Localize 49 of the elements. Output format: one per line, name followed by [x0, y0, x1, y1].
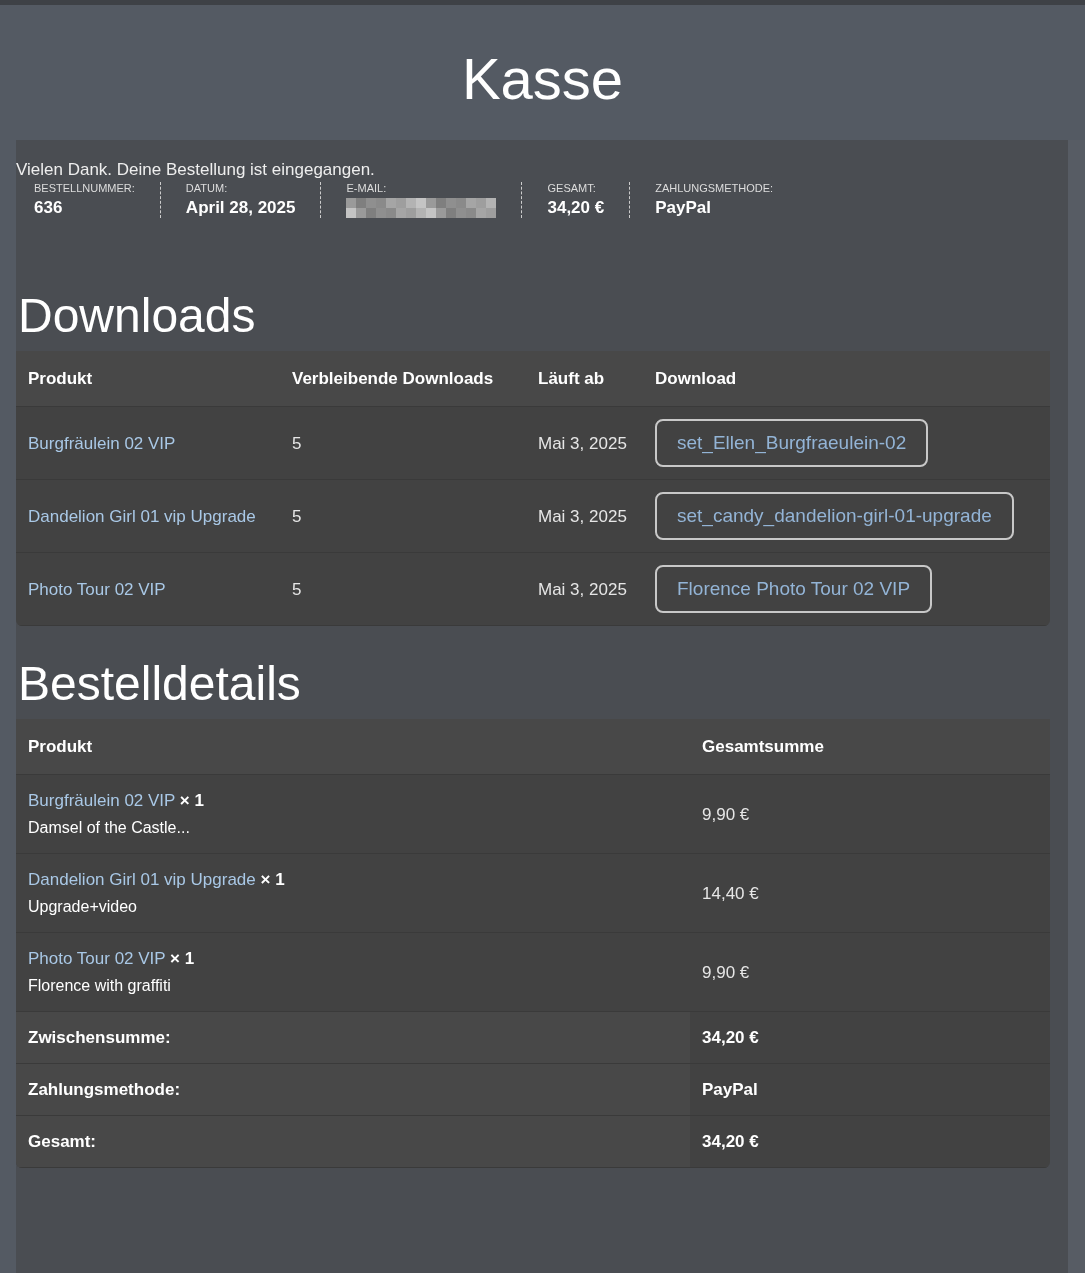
overview-value: 34,20 €: [547, 198, 605, 218]
column-header: Verbleibende Downloads: [280, 351, 526, 407]
table-cell: 5: [280, 406, 526, 480]
table-cell: Mai 3, 2025: [526, 552, 643, 626]
page-title: Kasse: [460, 45, 625, 113]
product-note: Florence with graffiti: [28, 976, 172, 996]
product-note: Upgrade+video: [28, 897, 138, 917]
total-label: Zahlungsmethode:: [16, 1063, 690, 1116]
overview-value: PayPal: [655, 198, 712, 218]
table-cell: Mai 3, 2025: [526, 406, 643, 480]
table-cell: 5: [280, 479, 526, 553]
total-label: Gesamt:: [16, 1115, 690, 1168]
overview-label: BESTELLNUMMER:: [34, 182, 135, 194]
product-link[interactable]: Dandelion Girl 01 vip Upgrade: [28, 506, 256, 526]
column-header: Läuft ab: [526, 351, 643, 407]
overview-label: GESAMT:: [547, 182, 597, 194]
product-link[interactable]: Burgfräulein 02 VIP: [28, 791, 176, 810]
column-header: Gesamtsumme: [690, 719, 1050, 775]
download-button[interactable]: Florence Photo Tour 02 VIP: [655, 565, 933, 613]
total-label: Zwischensumme:: [16, 1011, 690, 1064]
product-link[interactable]: Photo Tour 02 VIP: [28, 949, 166, 968]
download-button[interactable]: set_Ellen_Burgfraeulein-02: [655, 419, 929, 467]
section-heading: Bestelldetails: [18, 656, 302, 711]
table-cell: 9,90 €: [690, 774, 1050, 854]
section-heading: Downloads: [18, 288, 257, 343]
product-link[interactable]: Photo Tour 02 VIP: [28, 579, 166, 599]
column-header: Produkt: [16, 719, 690, 775]
table-cell: Mai 3, 2025: [526, 479, 643, 553]
table-cell: 9,90 €: [690, 932, 1050, 1012]
total-value: 34,20 €: [690, 1011, 1050, 1064]
total-value: 34,20 €: [690, 1115, 1050, 1168]
download-button[interactable]: set_candy_dandelion-girl-01-upgrade: [655, 492, 1014, 540]
total-value: PayPal: [690, 1063, 1050, 1116]
overview-label: ZAHLUNGSMETHODE:: [655, 182, 774, 194]
product-link[interactable]: Burgfräulein 02 VIP: [28, 433, 176, 453]
thank-you-message: Vielen Dank. Deine Bestellung ist eingegangen.: [16, 160, 376, 180]
overview-value: April 28, 2025: [185, 198, 296, 218]
table-cell: 5: [280, 552, 526, 626]
table-cell: 14,40 €: [690, 853, 1050, 933]
overview-label: E-MAIL:: [346, 182, 388, 194]
column-header: Produkt: [16, 351, 280, 407]
overview-label: DATUM:: [185, 182, 229, 194]
quantity: × 1: [179, 791, 204, 810]
overview-value: 636: [34, 198, 64, 218]
column-header: Download: [643, 351, 1050, 407]
product-link[interactable]: Dandelion Girl 01 vip Upgrade: [28, 870, 256, 889]
quantity: × 1: [260, 870, 285, 889]
product-note: Damsel of the Castle...: [28, 818, 191, 838]
quantity: × 1: [170, 949, 195, 968]
